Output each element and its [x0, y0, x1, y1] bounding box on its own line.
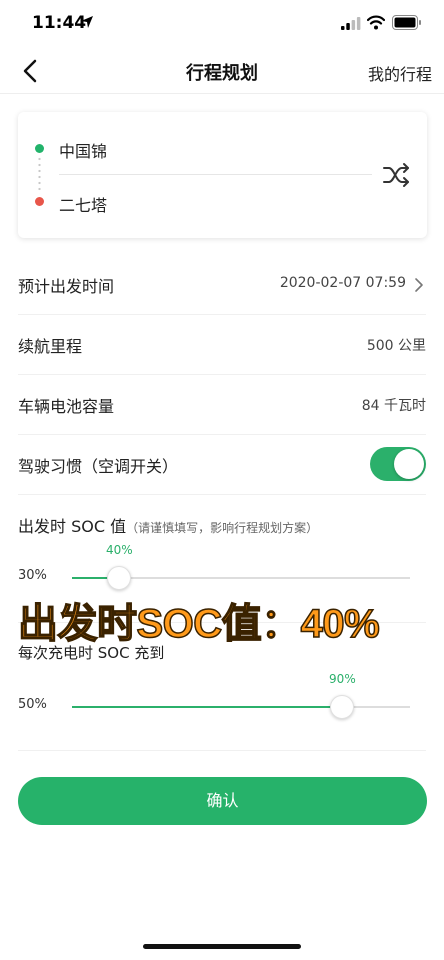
status-time: 11:44 [32, 13, 87, 33]
departure-soc-min-label: 30% [18, 568, 47, 583]
departure-soc-track[interactable]: 40% [72, 543, 410, 590]
toggle-knob [394, 449, 424, 479]
overlay-caption: 出发时SOC值：40% [17, 601, 380, 647]
departure-soc-thumb[interactable] [107, 566, 132, 590]
departure-time-row[interactable]: 预计出发时间 2020-02-07 07:59 [18, 255, 426, 315]
back-arrow-icon[interactable] [18, 57, 44, 85]
ac-toggle-switch[interactable] [370, 447, 426, 481]
driving-habit-row: 驾驶习惯（空调开关） [18, 435, 426, 495]
battery-capacity-label: 车辆电池容量 [18, 397, 115, 416]
origin-field[interactable]: 中国锦 [59, 138, 107, 162]
my-trips-link[interactable]: 我的行程 [368, 61, 432, 85]
route-card: 中国锦 二七塔 [18, 112, 427, 238]
chevron-right-icon [415, 278, 423, 292]
location-arrow-icon [81, 16, 93, 28]
route-divider [59, 174, 372, 175]
charge-soc-min-label: 50% [18, 697, 47, 712]
range-row: 续航里程 500 公里 [18, 315, 426, 375]
battery-icon [392, 15, 421, 30]
battery-capacity-value: 84 千瓦时 [361, 398, 426, 414]
home-indicator [143, 944, 301, 949]
charge-soc-heading: 每次充电时 SOC 充到 [18, 644, 165, 662]
swap-route-icon[interactable] [381, 160, 411, 190]
wifi-icon [367, 15, 385, 30]
signal-icon [341, 17, 361, 30]
nav-bar: 行程规划 我的行程 [0, 48, 444, 94]
status-bar: 11:44 [0, 0, 444, 48]
departure-time-value: 2020-02-07 07:59 [279, 275, 406, 291]
battery-capacity-row: 车辆电池容量 84 千瓦时 [18, 375, 426, 435]
origin-dot [35, 144, 44, 153]
range-value: 500 公里 [366, 338, 426, 354]
driving-habit-label: 驾驶习惯（空调开关） [18, 457, 179, 476]
charge-soc-fill [72, 706, 343, 708]
departure-time-label: 预计出发时间 [18, 277, 115, 296]
charge-soc-thumb[interactable] [330, 695, 355, 719]
charge-soc-slider: 50% 90% [18, 672, 410, 726]
departure-soc-heading: 出发时 SOC 值（请谨慎填写，影响行程规划方案） [18, 513, 318, 537]
departure-soc-value-label: 40% [105, 543, 133, 557]
range-label: 续航里程 [18, 337, 83, 356]
confirm-button[interactable]: 确认 [18, 777, 427, 825]
route-dotted-line [38, 156, 41, 194]
destination-field[interactable]: 二七塔 [59, 192, 107, 216]
charge-soc-value-label: 90% [329, 672, 356, 686]
charge-soc-track[interactable]: 90% [72, 672, 410, 719]
departure-soc-note: （请谨慎填写，影响行程规划方案） [126, 521, 319, 535]
destination-dot [35, 197, 44, 206]
section-divider [18, 750, 426, 751]
departure-soc-title: 出发时 SOC 值 [18, 517, 127, 536]
